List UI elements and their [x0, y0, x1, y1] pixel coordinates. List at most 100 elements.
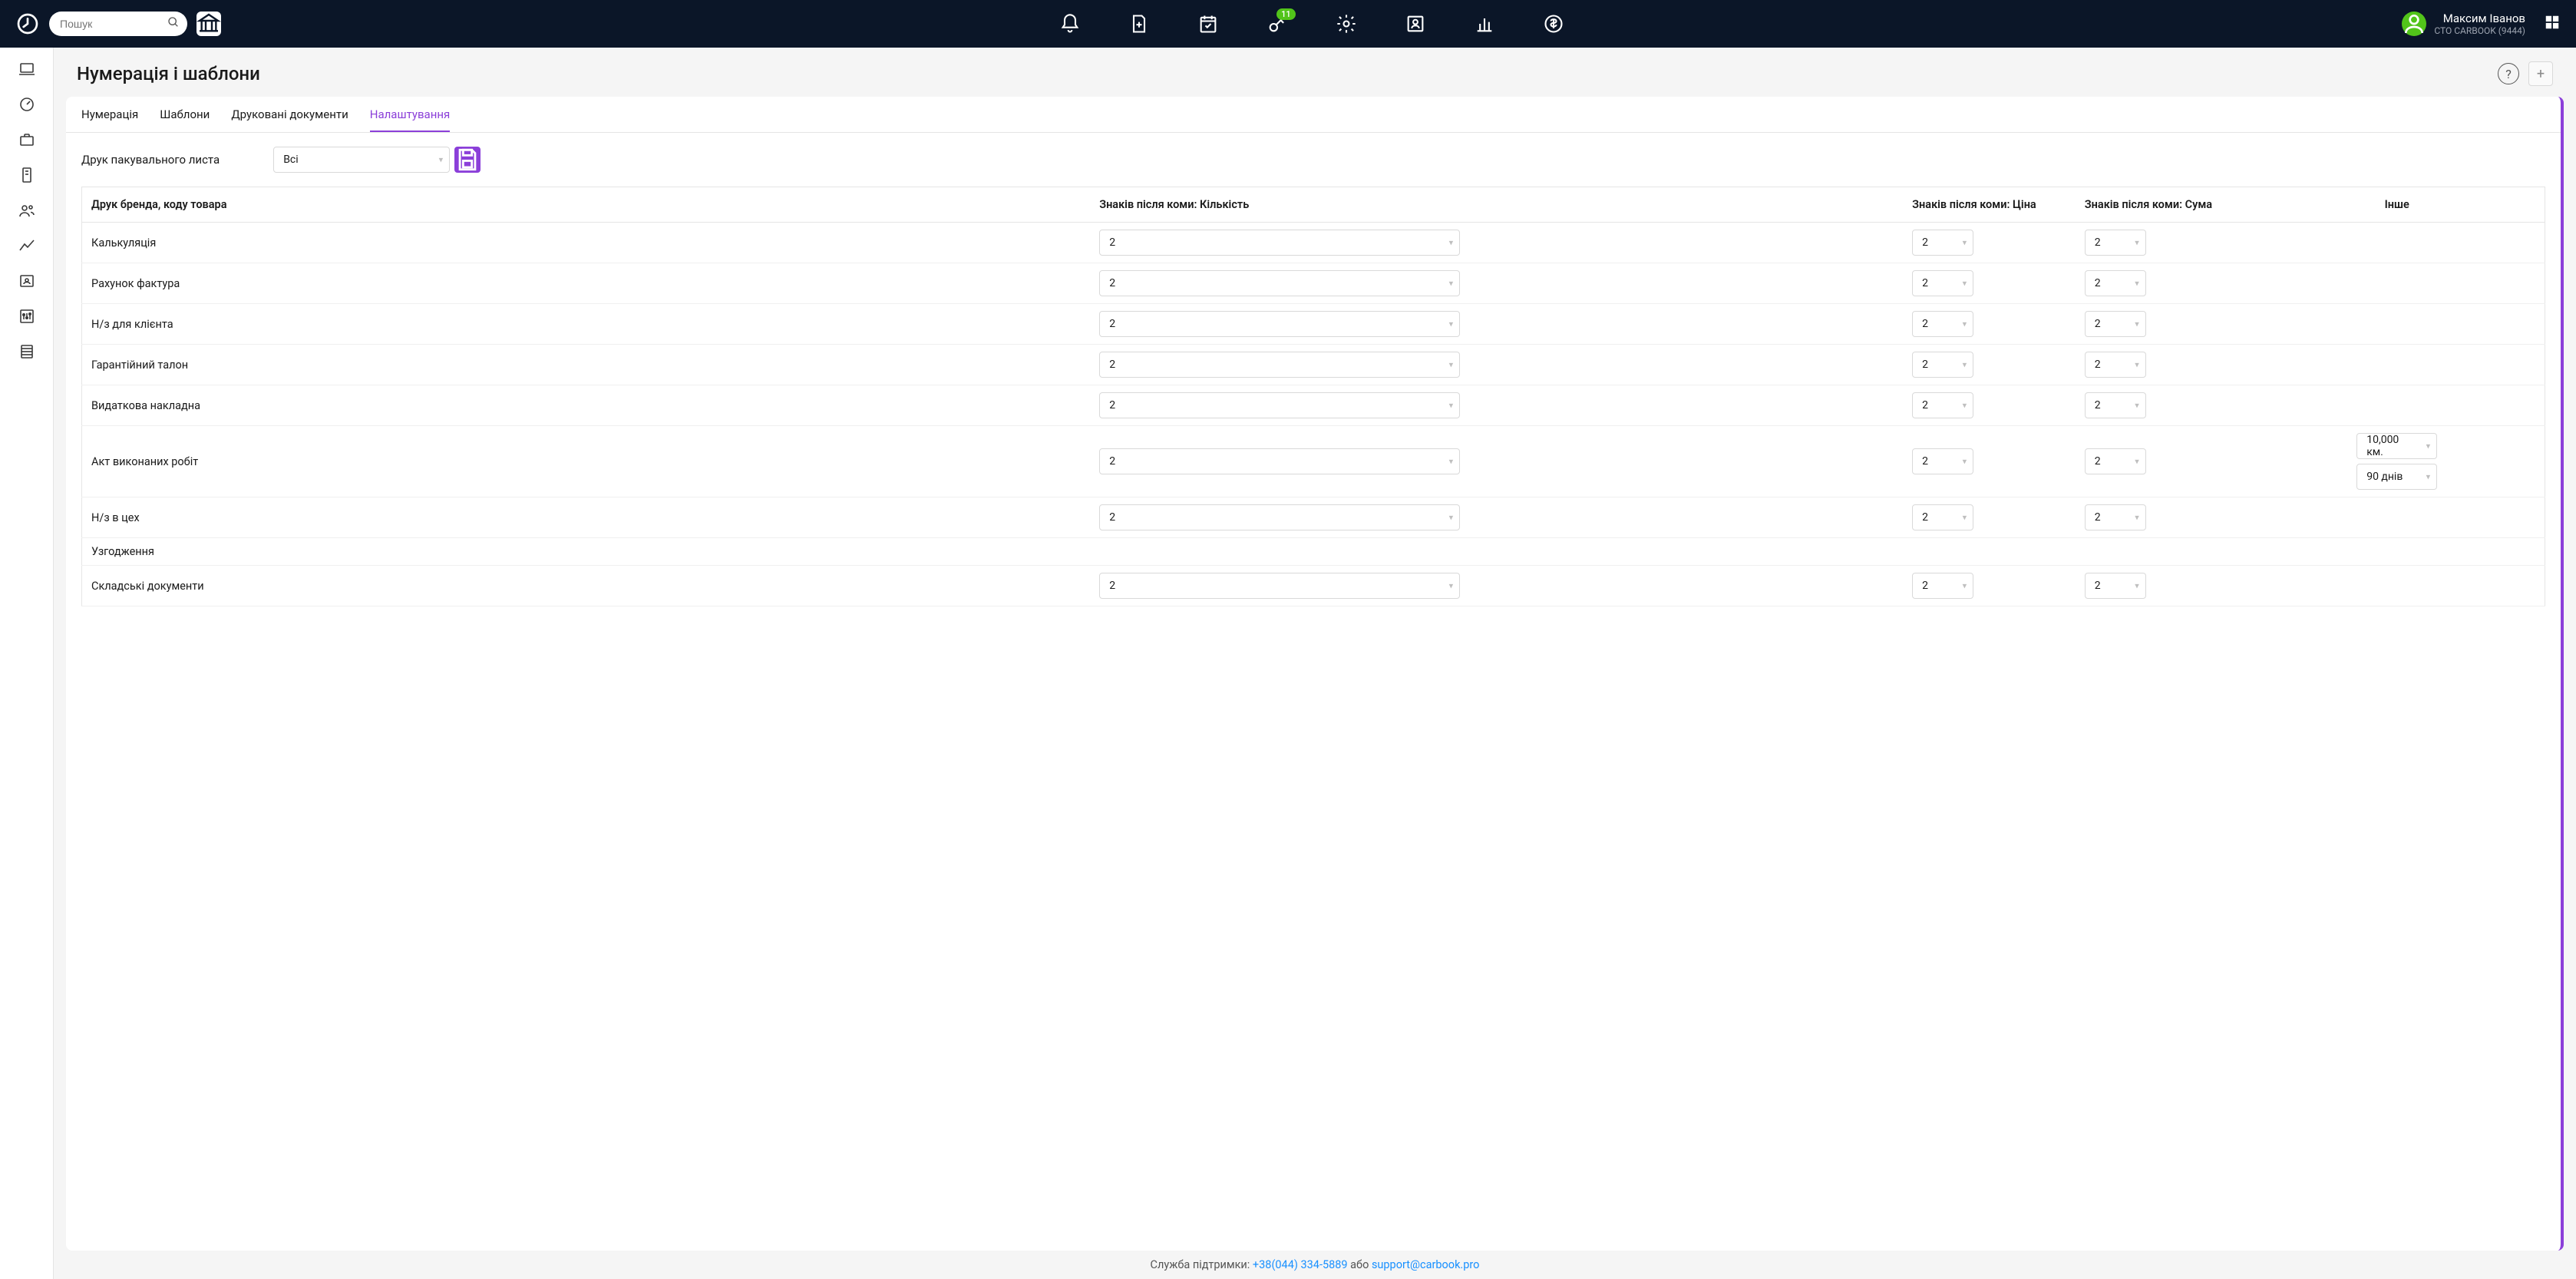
select[interactable]: 2▾	[1912, 573, 1973, 599]
select[interactable]: 2▾	[1099, 504, 1460, 530]
select[interactable]: 90 днів▾	[2356, 464, 2437, 490]
tab-0[interactable]: Нумерація	[81, 107, 138, 132]
settings-table: Друк бренда, коду товара Знаків після ко…	[81, 187, 2545, 606]
gear-icon[interactable]	[1336, 13, 1357, 35]
side-gauge-icon[interactable]	[18, 95, 36, 114]
user-block[interactable]: Максим Іванов СТО CARBOOK (9444)	[2402, 12, 2525, 36]
side-people-icon[interactable]	[18, 201, 36, 220]
select[interactable]: 2▾	[2085, 230, 2146, 256]
chevron-down-icon: ▾	[1449, 279, 1454, 289]
footer-email[interactable]: support@carbook.pro	[1372, 1258, 1480, 1271]
file-plus-icon[interactable]	[1128, 13, 1150, 35]
select[interactable]: 2▾	[1912, 311, 1973, 337]
select[interactable]: 2▾	[1099, 573, 1460, 599]
side-line-chart-icon[interactable]	[18, 236, 36, 255]
side-card-person-icon[interactable]	[18, 272, 36, 290]
select[interactable]: 2▾	[1099, 392, 1460, 418]
key-icon[interactable]: 11	[1267, 13, 1288, 35]
search-input[interactable]	[49, 12, 187, 36]
select[interactable]: 2▾	[1099, 311, 1460, 337]
chevron-down-icon: ▾	[2426, 441, 2431, 451]
select[interactable]: 10,000 км.▾	[2356, 433, 2437, 459]
chevron-down-icon: ▾	[1449, 513, 1454, 523]
row-name: Акт виконаних робіт	[82, 426, 1092, 497]
contact-icon[interactable]	[1405, 13, 1426, 35]
select[interactable]: 2▾	[1912, 392, 1973, 418]
select[interactable]: 2▾	[1912, 448, 1973, 474]
table-row: Гарантійний талон2▾2▾2▾	[82, 345, 2545, 385]
side-sliders-icon[interactable]	[18, 307, 36, 326]
tab-3[interactable]: Налаштування	[370, 107, 451, 132]
chevron-down-icon: ▾	[1449, 401, 1454, 411]
side-book-icon[interactable]	[18, 342, 36, 361]
table-row: Н/з в цех 2▾ 2▾ 2▾	[82, 497, 2545, 538]
table-row: Акт виконаних робіт 2▾ 2▾ 2▾ 10,000 км.▾ 90 д…	[82, 426, 2545, 497]
save-filter-button[interactable]	[454, 147, 481, 173]
content-card: Нумерація Шаблони Друковані документи Налаш…	[66, 97, 2564, 1251]
key-badge: 11	[1276, 8, 1296, 20]
select[interactable]: 2▾	[2085, 573, 2146, 599]
chevron-down-icon: ▾	[2135, 319, 2139, 329]
footer-prefix: Служба підтримки:	[1151, 1258, 1253, 1271]
chevron-down-icon: ▾	[1963, 457, 1967, 467]
chevron-down-icon: ▾	[2135, 457, 2139, 467]
select[interactable]: 2▾	[2085, 448, 2146, 474]
row-name: Н/з в цех	[82, 497, 1092, 538]
avatar-icon	[2402, 12, 2426, 36]
side-briefcase-icon[interactable]	[18, 131, 36, 149]
table-row: Видаткова накладна2▾2▾2▾	[82, 385, 2545, 426]
select[interactable]: 2▾	[2085, 311, 2146, 337]
chevron-down-icon: ▾	[1449, 581, 1454, 591]
footer-phone[interactable]: +38(044) 334-5889	[1253, 1258, 1348, 1271]
side-laptop-icon[interactable]	[18, 60, 36, 78]
bank-button[interactable]	[197, 12, 221, 36]
page-title: Нумерація і шаблони	[77, 63, 260, 84]
page-header: Нумерація і шаблони ? +	[54, 48, 2576, 97]
table-row: Н/з для клієнта2▾2▾2▾	[82, 304, 2545, 345]
help-icon[interactable]: ?	[2498, 63, 2519, 84]
dollar-icon[interactable]	[1543, 13, 1564, 35]
user-text: Максим Іванов СТО CARBOOK (9444)	[2434, 12, 2525, 36]
chevron-down-icon: ▾	[1963, 513, 1967, 523]
chevron-down-icon: ▾	[1963, 319, 1967, 329]
add-button[interactable]: +	[2528, 61, 2553, 86]
apps-grid-icon[interactable]	[2544, 14, 2561, 34]
calendar-check-icon[interactable]	[1197, 13, 1219, 35]
chevron-down-icon: ▾	[2135, 581, 2139, 591]
table-row: Складські документи2▾2▾2▾	[82, 566, 2545, 606]
chevron-down-icon: ▾	[1449, 457, 1454, 467]
chart-icon[interactable]	[1474, 13, 1495, 35]
chevron-down-icon: ▾	[2135, 238, 2139, 248]
tab-1[interactable]: Шаблони	[160, 107, 210, 132]
select[interactable]: 2▾	[1912, 504, 1973, 530]
select[interactable]: 2▾	[1099, 230, 1460, 256]
select[interactable]: 2▾	[1912, 270, 1973, 296]
chevron-down-icon: ▾	[1449, 238, 1454, 248]
side-device-icon[interactable]	[18, 166, 36, 184]
select[interactable]: 2▾	[2085, 352, 2146, 378]
select[interactable]: 2▾	[2085, 392, 2146, 418]
tab-2[interactable]: Друковані документи	[231, 107, 348, 132]
sidebar	[0, 48, 54, 1279]
user-shop: СТО CARBOOK (9444)	[2434, 25, 2525, 36]
select[interactable]: 2▾	[1099, 352, 1460, 378]
th-sum: Знаків після коми: Сума	[2077, 187, 2250, 223]
th-other: Інше	[2249, 187, 2545, 223]
th-qty: Знаків після коми: Кількість	[1091, 187, 1904, 223]
tabs: Нумерація Шаблони Друковані документи Налаш…	[66, 97, 2561, 133]
select[interactable]: 2▾	[1912, 230, 1973, 256]
select[interactable]: 2▾	[2085, 504, 2146, 530]
bell-icon[interactable]	[1059, 13, 1081, 35]
chevron-down-icon: ▾	[2135, 401, 2139, 411]
search-wrapper	[49, 12, 187, 36]
user-name: Максим Іванов	[2443, 12, 2525, 25]
select[interactable]: 2▾	[1099, 270, 1460, 296]
th-name: Друк бренда, коду товара	[82, 187, 1092, 223]
chevron-down-icon: ▾	[1449, 319, 1454, 329]
filter-select[interactable]: Всі ▾	[273, 147, 450, 173]
select[interactable]: 2▾	[1912, 352, 1973, 378]
select[interactable]: 2▾	[1099, 448, 1460, 474]
select[interactable]: 2▾	[2085, 270, 2146, 296]
logo-icon[interactable]	[15, 12, 40, 36]
row-name: Калькуляція	[82, 223, 1092, 263]
